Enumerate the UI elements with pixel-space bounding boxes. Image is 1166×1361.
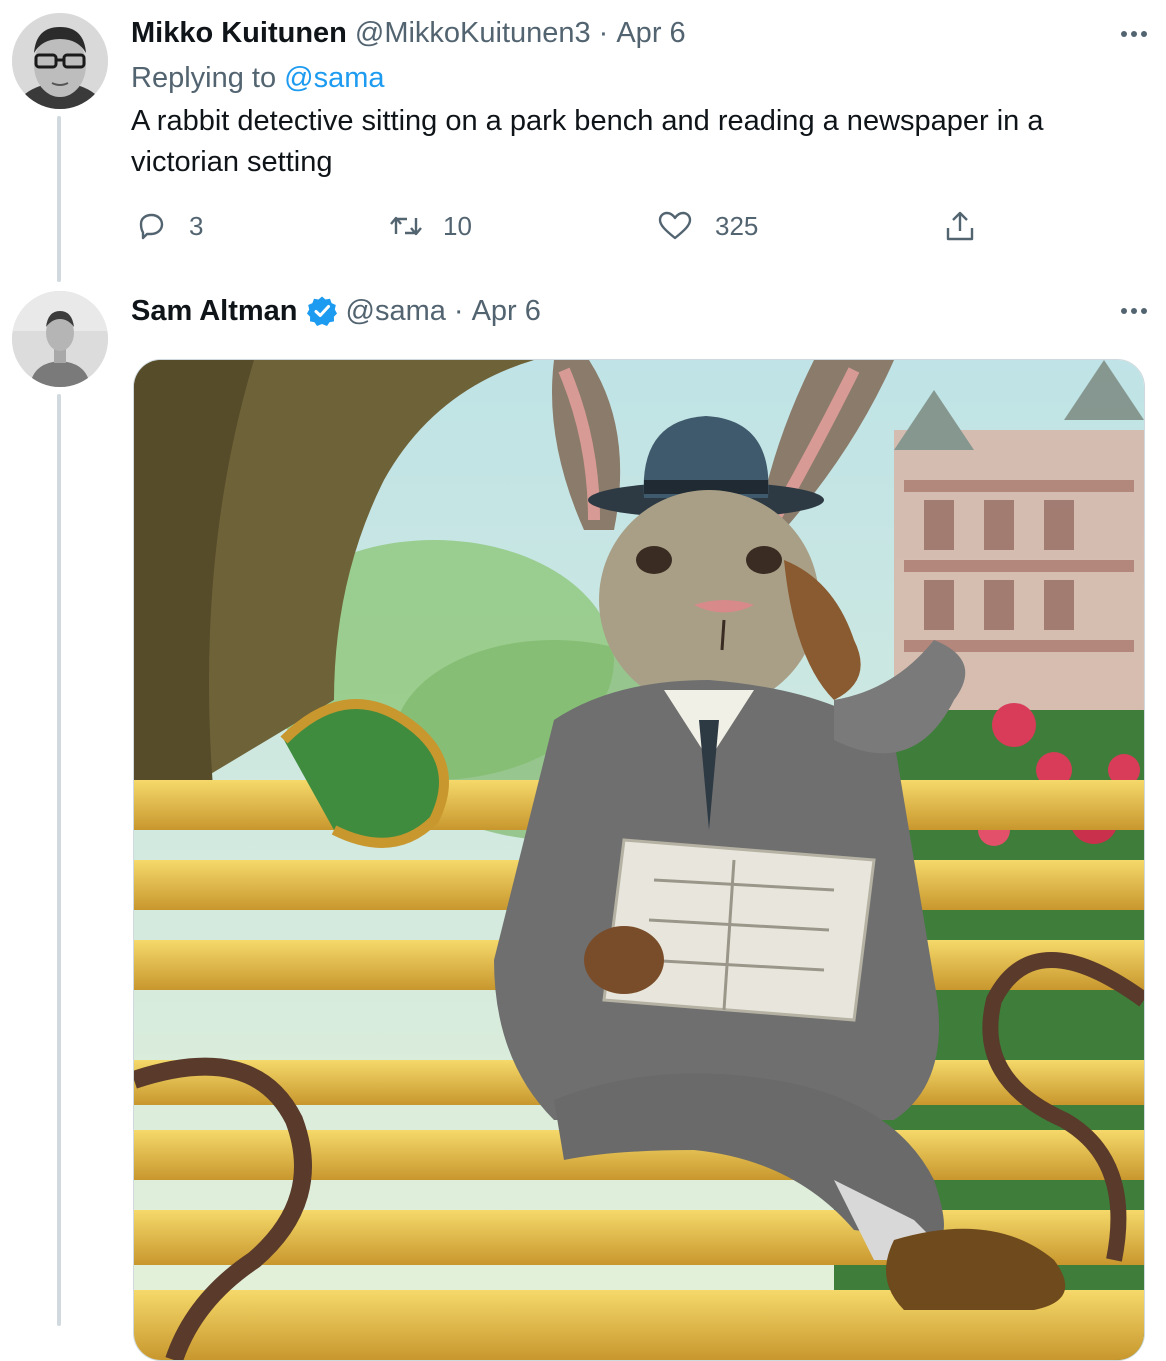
author-handle[interactable]: @sama: [346, 293, 446, 329]
like-icon: [658, 211, 692, 240]
main-tweet-header: Sam Altman @sama · Apr 6: [131, 293, 541, 329]
tweet-text: A rabbit detective sitting on a park ben…: [131, 105, 1044, 178]
avatar-mikko[interactable]: [12, 13, 108, 109]
replying-to: Replying to @sama: [131, 60, 385, 96]
replying-label: Replying to: [131, 62, 277, 94]
more-options-button[interactable]: [1116, 16, 1152, 52]
rabbit-detective-illustration: [134, 360, 1144, 1360]
more-icon: [1121, 308, 1147, 314]
share-button[interactable]: [943, 206, 977, 246]
tweet-media-image[interactable]: [133, 359, 1145, 1361]
more-icon: [1121, 31, 1147, 37]
separator-dot: ·: [453, 295, 464, 327]
separator-dot: ·: [598, 17, 609, 49]
author-handle[interactable]: @MikkoKuitunen3: [355, 15, 591, 51]
like-count: 325: [715, 210, 759, 241]
retweet-button[interactable]: 10: [387, 206, 472, 246]
reply-button[interactable]: 3: [135, 206, 203, 246]
reply-count: 3: [189, 210, 204, 241]
tweet-date[interactable]: Apr 6: [472, 293, 541, 329]
avatar-sama-image: [12, 291, 108, 387]
reply-icon: [139, 213, 164, 240]
like-button[interactable]: 325: [657, 206, 758, 246]
mention-link[interactable]: @sama: [284, 62, 384, 94]
author-name[interactable]: Sam Altman: [131, 293, 298, 329]
thread-line: [57, 394, 61, 1326]
retweet-icon: [390, 216, 422, 236]
avatar-sama[interactable]: [12, 291, 108, 387]
more-options-button[interactable]: [1116, 293, 1152, 329]
author-name[interactable]: Mikko Kuitunen: [131, 15, 347, 51]
share-icon: [946, 211, 974, 241]
tweet-actions: 3 10 325: [131, 206, 991, 246]
verified-badge-icon: [306, 295, 338, 327]
tweet-date[interactable]: Apr 6: [616, 15, 685, 51]
thread-line: [57, 116, 61, 282]
reply-tweet-header: Mikko Kuitunen @MikkoKuitunen3 · Apr 6: [131, 15, 686, 51]
retweet-count: 10: [443, 210, 472, 241]
avatar-mikko-image: [12, 13, 108, 109]
